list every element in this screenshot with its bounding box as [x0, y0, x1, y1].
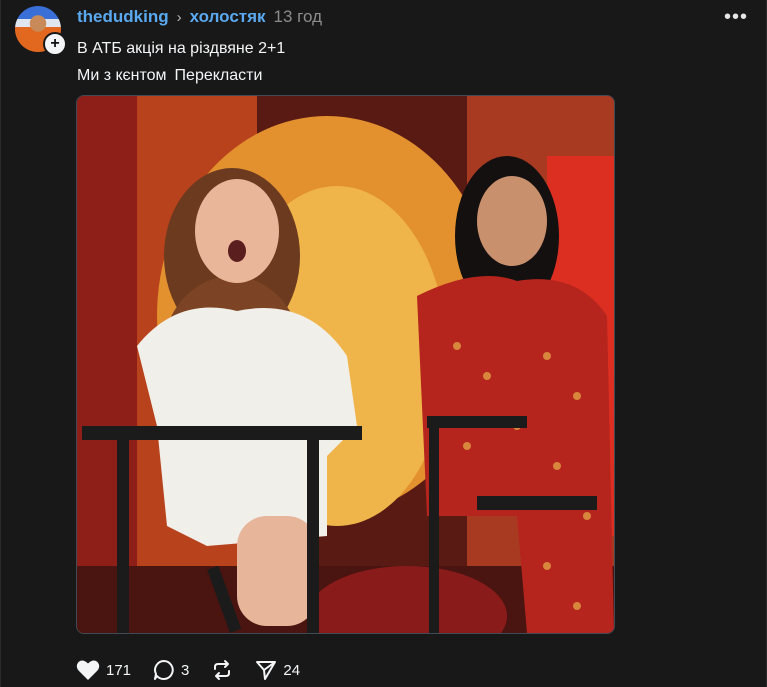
- comment-button[interactable]: 3: [153, 659, 189, 681]
- chevron-right-icon: ›: [176, 8, 182, 26]
- send-icon: [256, 661, 277, 680]
- heart-icon: [76, 660, 100, 680]
- follow-plus-icon[interactable]: +: [43, 32, 67, 56]
- repost-button[interactable]: [211, 659, 233, 681]
- post-text-line-2: Ми з кєнтом Перекласти: [77, 62, 285, 89]
- share-count: 24: [283, 661, 301, 679]
- repost-icon: [214, 660, 231, 680]
- like-count: 171: [106, 661, 132, 679]
- post-text-line-2-content: Ми з кєнтом: [77, 67, 167, 84]
- more-icon[interactable]: •••: [724, 6, 748, 29]
- comment-icon: [154, 660, 174, 680]
- like-button[interactable]: 171: [76, 659, 131, 681]
- video-frame-image: [77, 96, 614, 633]
- translate-link[interactable]: Перекласти: [175, 67, 263, 84]
- post-time[interactable]: 13 год: [274, 7, 322, 27]
- community-link[interactable]: холостяк: [190, 7, 266, 27]
- post-card: + thedudking › холостяк 13 год ••• В АТБ…: [0, 0, 767, 687]
- post-text-line-1: В АТБ акція на різдвяне 2+1: [77, 40, 286, 57]
- post-video[interactable]: [76, 95, 615, 634]
- username-link[interactable]: thedudking: [77, 7, 169, 27]
- post-text: В АТБ акція на різдвяне 2+1 Ми з кєнтом П…: [77, 35, 285, 89]
- avatar-container[interactable]: +: [15, 6, 67, 56]
- share-button[interactable]: 24: [255, 659, 300, 681]
- post-header: thedudking › холостяк 13 год: [77, 6, 322, 28]
- action-bar: 171 3 24: [76, 656, 322, 684]
- comment-count: 3: [181, 661, 190, 679]
